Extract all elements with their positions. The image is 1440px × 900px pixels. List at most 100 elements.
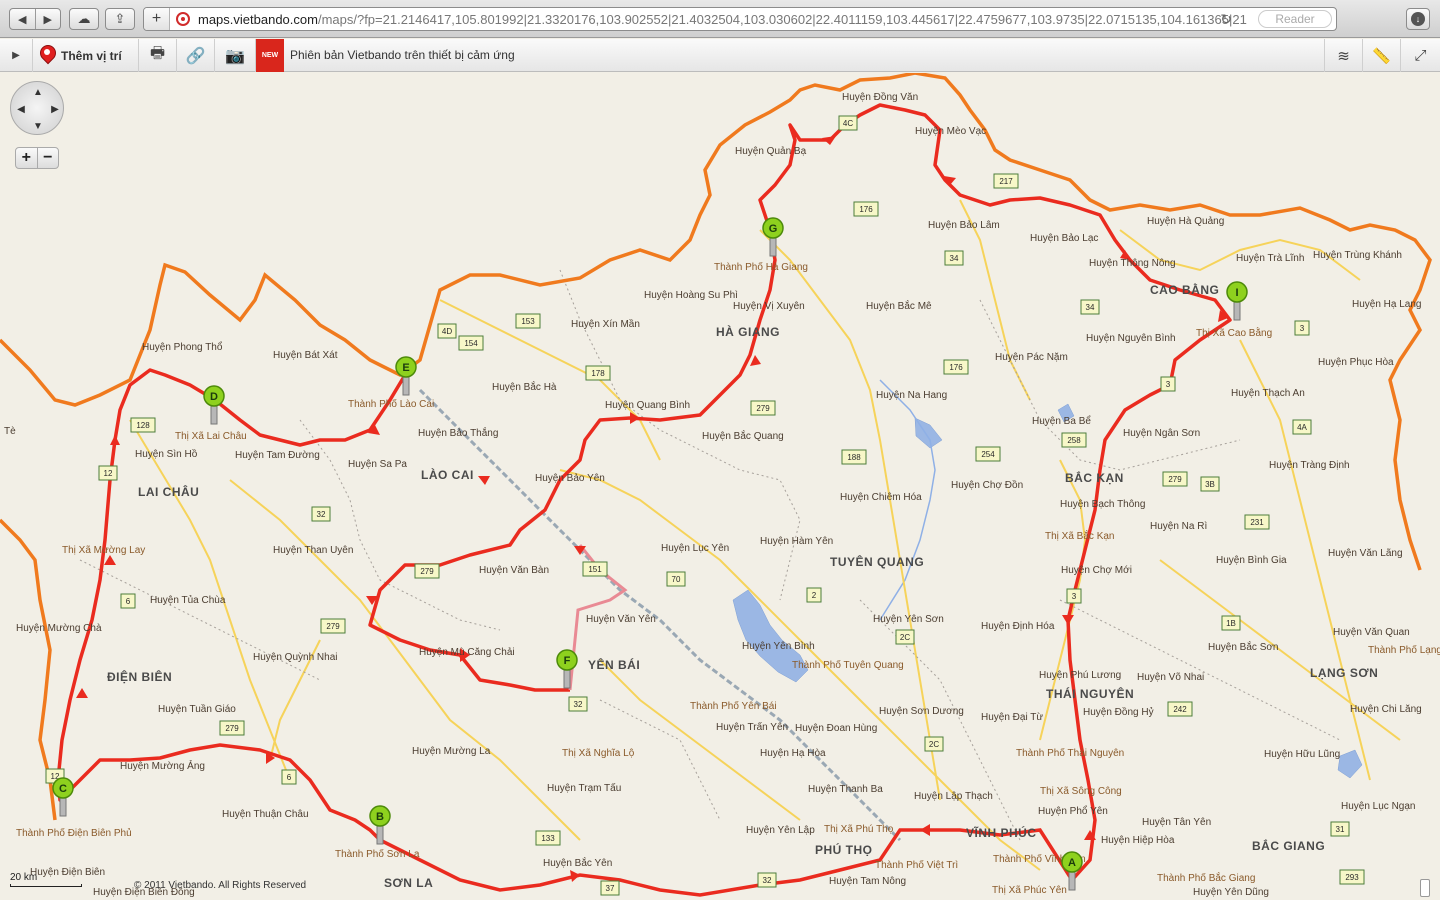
district-label: Huyện Bắc Yên — [543, 856, 612, 869]
browser-toolbar: ◀ ▶ ☁ ⇪ + maps.vietbando.com/maps/?fp=21… — [0, 0, 1440, 38]
road-shield-label: 279 — [1168, 475, 1182, 484]
marker-label: I — [1235, 287, 1238, 299]
district-label: Huyện Yên Sơn — [873, 614, 944, 625]
icloud-tabs-icon[interactable]: ☁ — [69, 8, 99, 30]
road-shield: 217 — [993, 173, 1019, 189]
mobile-version-link[interactable]: Phiên bản Vietbando trên thiết bị cảm ứn… — [290, 48, 515, 62]
reader-button[interactable]: Reader — [1258, 10, 1332, 28]
province-label: LAI CHÂU — [138, 484, 199, 499]
zoom-in-button[interactable]: + — [16, 148, 37, 168]
road-shield: 70 — [666, 571, 686, 587]
road-shield-label: 128 — [136, 421, 150, 430]
road-shield: 3 — [1160, 376, 1176, 392]
print-icon[interactable]: 🖶 — [139, 39, 177, 72]
link-icon[interactable]: 🔗 — [177, 39, 215, 72]
forward-arrow-icon[interactable]: ▶ — [34, 9, 61, 29]
road-shield: 4C — [838, 115, 858, 131]
scale-line — [10, 884, 82, 887]
province-label: CAO BẰNG — [1150, 282, 1219, 297]
history-nav: ◀ ▶ — [9, 8, 61, 30]
add-bookmark-icon[interactable]: + — [144, 8, 170, 30]
road-shield: 3B — [1200, 476, 1220, 492]
zoom-out-button[interactable]: − — [36, 148, 59, 168]
road-shield: 176 — [853, 201, 879, 217]
district-label: Thành Phố Điện Biên Phủ — [16, 827, 132, 839]
share-icon[interactable]: ⇪ — [105, 8, 135, 30]
district-label: Huyện Đoan Hùng — [795, 723, 877, 734]
district-label: Huyện Yên Lập — [746, 825, 815, 836]
url-field[interactable]: maps.vietbando.com/maps/?fp=21.2146417,1… — [198, 12, 1247, 27]
road-shield: 32 — [311, 506, 331, 522]
map-canvas[interactable]: CAO BẰNG HÀ GIANG LÀO CAI BẮC KẠN LAI CH… — [0, 73, 1440, 900]
district-label: Huyện Phổ Yên — [1038, 805, 1108, 817]
road-shield-label: 6 — [287, 773, 292, 782]
road-shield: 32 — [568, 696, 588, 712]
address-bar[interactable]: + maps.vietbando.com/maps/?fp=21.2146417… — [143, 7, 1337, 31]
marker-stem — [563, 667, 571, 689]
road-shield-label: 279 — [225, 724, 239, 733]
pan-left-icon[interactable]: ◀ — [14, 102, 28, 116]
layers-icon[interactable]: ≋ — [1324, 39, 1362, 72]
district-label: Huyện Hà Quảng — [1147, 216, 1224, 227]
road-shield: 279 — [414, 563, 440, 579]
district-label: Huyện Sơn Dương — [879, 706, 964, 717]
district-label: Thị Xã Nghĩa Lộ — [562, 748, 635, 759]
reload-icon[interactable]: ↻ — [1220, 11, 1232, 28]
district-label: Thành Phố Thái Nguyên — [1016, 747, 1124, 759]
district-label: Huyện Đại Từ — [981, 712, 1043, 723]
road-shield: 178 — [585, 365, 611, 381]
add-location-button[interactable]: Thêm vị trí — [33, 39, 139, 72]
back-arrow-icon[interactable]: ◀ — [10, 9, 35, 29]
pan-control[interactable]: ▲ ▼ ◀ ▶ — [10, 81, 64, 135]
district-label: Thị Xã Mường Lay — [62, 545, 145, 556]
district-label: Huyện Hoàng Su Phì — [644, 290, 738, 301]
fullscreen-icon[interactable]: ⤢ — [1400, 39, 1440, 72]
expand-panel-icon[interactable]: ▶ — [0, 39, 33, 72]
road-shield: 279 — [1162, 471, 1188, 487]
road-shield: 279 — [320, 618, 346, 634]
road-shield-label: 4A — [1297, 423, 1307, 432]
province-label: PHÚ THỌ — [815, 842, 873, 857]
province-label: BẮC KẠN — [1065, 470, 1124, 485]
district-label: Thị Xã Sông Công — [1040, 786, 1122, 797]
road-shield-label: 12 — [104, 469, 113, 478]
road-shield-label: 1B — [1226, 619, 1236, 628]
district-label: Huyện Võ Nhai — [1137, 672, 1204, 683]
district-label: Huyện Tam Đường — [235, 450, 320, 461]
road-shield-label: 133 — [541, 834, 555, 843]
road-shield: 2C — [895, 629, 915, 645]
district-label: Huyện Hàm Yên — [760, 536, 833, 547]
road-shield-label: 4C — [843, 119, 853, 128]
road-shield-label: 4D — [442, 327, 452, 336]
road-shield-label: 32 — [574, 700, 583, 709]
district-label: Huyện Sa Pa — [348, 459, 407, 470]
road-shield: 128 — [130, 417, 156, 433]
road-shield: 176 — [943, 359, 969, 375]
ruler-icon[interactable]: 📏 — [1362, 39, 1400, 72]
download-icon[interactable]: ↓ — [1406, 8, 1430, 30]
district-label: Thị Xã Phúc Yên — [992, 885, 1067, 896]
district-label: Huyện Lục Ngạn — [1341, 801, 1416, 812]
camera-icon[interactable]: 📷 — [215, 39, 256, 72]
province-label: LÀO CAI — [421, 467, 474, 482]
province-label: VĨNH PHÚC — [966, 825, 1037, 840]
new-badge: NEW — [256, 39, 284, 72]
road-shield-label: 3B — [1205, 480, 1215, 489]
pan-up-icon[interactable]: ▲ — [31, 85, 45, 99]
map-edge-handle[interactable] — [1420, 879, 1430, 897]
district-label: Huyện Định Hóa — [981, 621, 1055, 632]
marker-stem — [210, 403, 218, 425]
district-label: Huyện Văn Yên — [586, 614, 656, 625]
road-shield: 12 — [98, 465, 118, 481]
district-label: Thành Phố Việt Trì — [875, 859, 958, 871]
province-label: SƠN LA — [384, 876, 433, 890]
district-label: Tè — [4, 426, 16, 437]
pan-down-icon[interactable]: ▼ — [31, 119, 45, 133]
pan-right-icon[interactable]: ▶ — [48, 102, 62, 116]
site-favicon-icon — [176, 12, 190, 26]
road-shield: 254 — [975, 446, 1001, 462]
district-label: Huyện Phong Thổ — [142, 341, 223, 353]
district-label: Huyện Tuần Giáo — [158, 703, 236, 715]
zoom-control: + − — [15, 147, 59, 169]
district-label: Huyện Đồng Hỷ — [1083, 706, 1154, 718]
